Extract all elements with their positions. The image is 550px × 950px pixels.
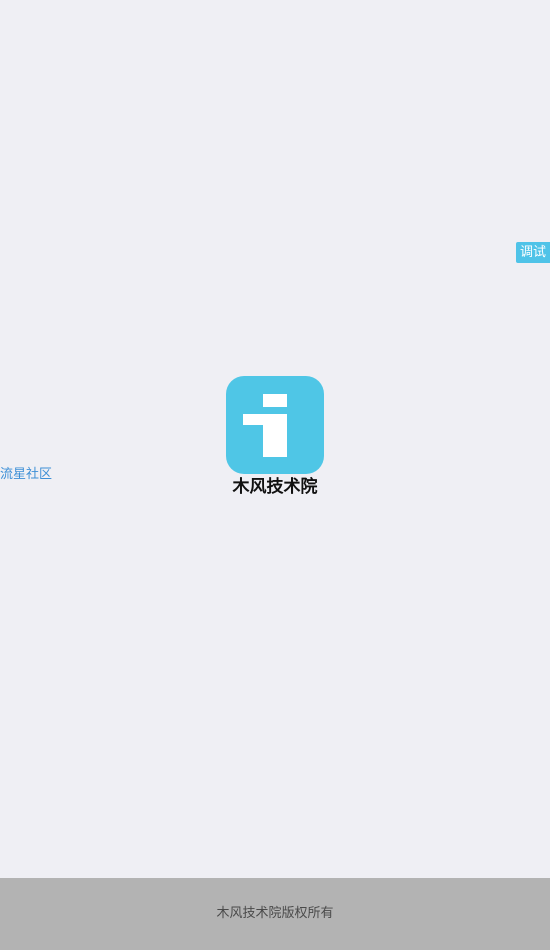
logo-i-dot [263, 394, 287, 407]
debug-button[interactable]: 调试 [516, 242, 550, 263]
splash-screen: 调试 流星社区 木风技术院 木风技术院版权所有 [0, 0, 550, 950]
copyright-text: 木风技术院版权所有 [216, 906, 334, 921]
logo-i-stem [263, 414, 287, 457]
community-link[interactable]: 流星社区 [0, 466, 52, 484]
app-logo-icon [226, 376, 324, 474]
app-name: 木风技术院 [232, 477, 318, 497]
footer: 木风技术院版权所有 [0, 878, 550, 950]
